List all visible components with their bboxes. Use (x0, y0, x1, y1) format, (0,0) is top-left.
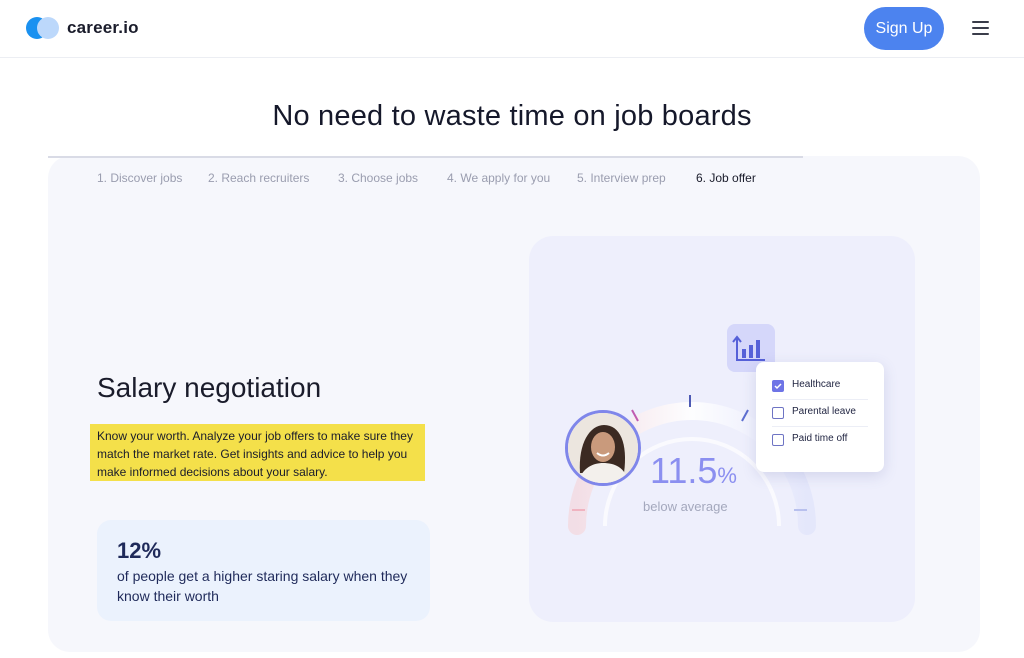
salary-percentage-value: 11.5 (650, 450, 718, 491)
checkbox-unchecked-icon[interactable] (772, 434, 784, 446)
divider (772, 426, 868, 427)
salary-caption: below average (643, 499, 728, 514)
sign-up-button[interactable]: Sign Up (864, 7, 944, 50)
brand-name[interactable]: career.io (67, 18, 139, 38)
divider (772, 399, 868, 400)
checklist-label: Healthcare (792, 379, 841, 390)
benefits-checklist: Healthcare Parental leave Paid time off (756, 362, 884, 472)
salary-percentage: 11.5% (650, 450, 737, 492)
steps-progress-bar (48, 156, 803, 158)
hamburger-menu-icon[interactable] (972, 20, 990, 36)
user-avatar (565, 410, 641, 486)
stat-box: 12% of people get a higher staring salar… (97, 520, 430, 621)
tab-we-apply-for-you[interactable]: 4. We apply for you (447, 171, 550, 185)
stat-value: 12% (117, 538, 162, 563)
tab-reach-recruiters[interactable]: 2. Reach recruiters (208, 171, 309, 185)
tab-choose-jobs[interactable]: 3. Choose jobs (338, 171, 418, 185)
feature-description: Know your worth. Analyze your job offers… (97, 429, 413, 479)
career-io-logo-icon[interactable] (26, 17, 60, 39)
checklist-label: Parental leave (792, 406, 856, 417)
stat-text: of people get a higher staring salary wh… (117, 568, 408, 604)
salary-illustration-panel: 11.5% below average Healthcare Parental … (529, 236, 915, 622)
checkbox-unchecked-icon[interactable] (772, 407, 784, 419)
feature-title: Salary negotiation (97, 372, 322, 403)
site-header: career.io Sign Up (0, 0, 1024, 58)
tab-discover-jobs[interactable]: 1. Discover jobs (97, 171, 182, 185)
checkbox-checked-icon[interactable] (772, 380, 784, 392)
tab-job-offer[interactable]: 6. Job offer (696, 171, 756, 185)
checklist-label: Paid time off (792, 433, 848, 444)
page-title: No need to waste time on job boards (272, 100, 752, 132)
salary-percentage-unit: % (717, 463, 737, 488)
tab-interview-prep[interactable]: 5. Interview prep (577, 171, 666, 185)
